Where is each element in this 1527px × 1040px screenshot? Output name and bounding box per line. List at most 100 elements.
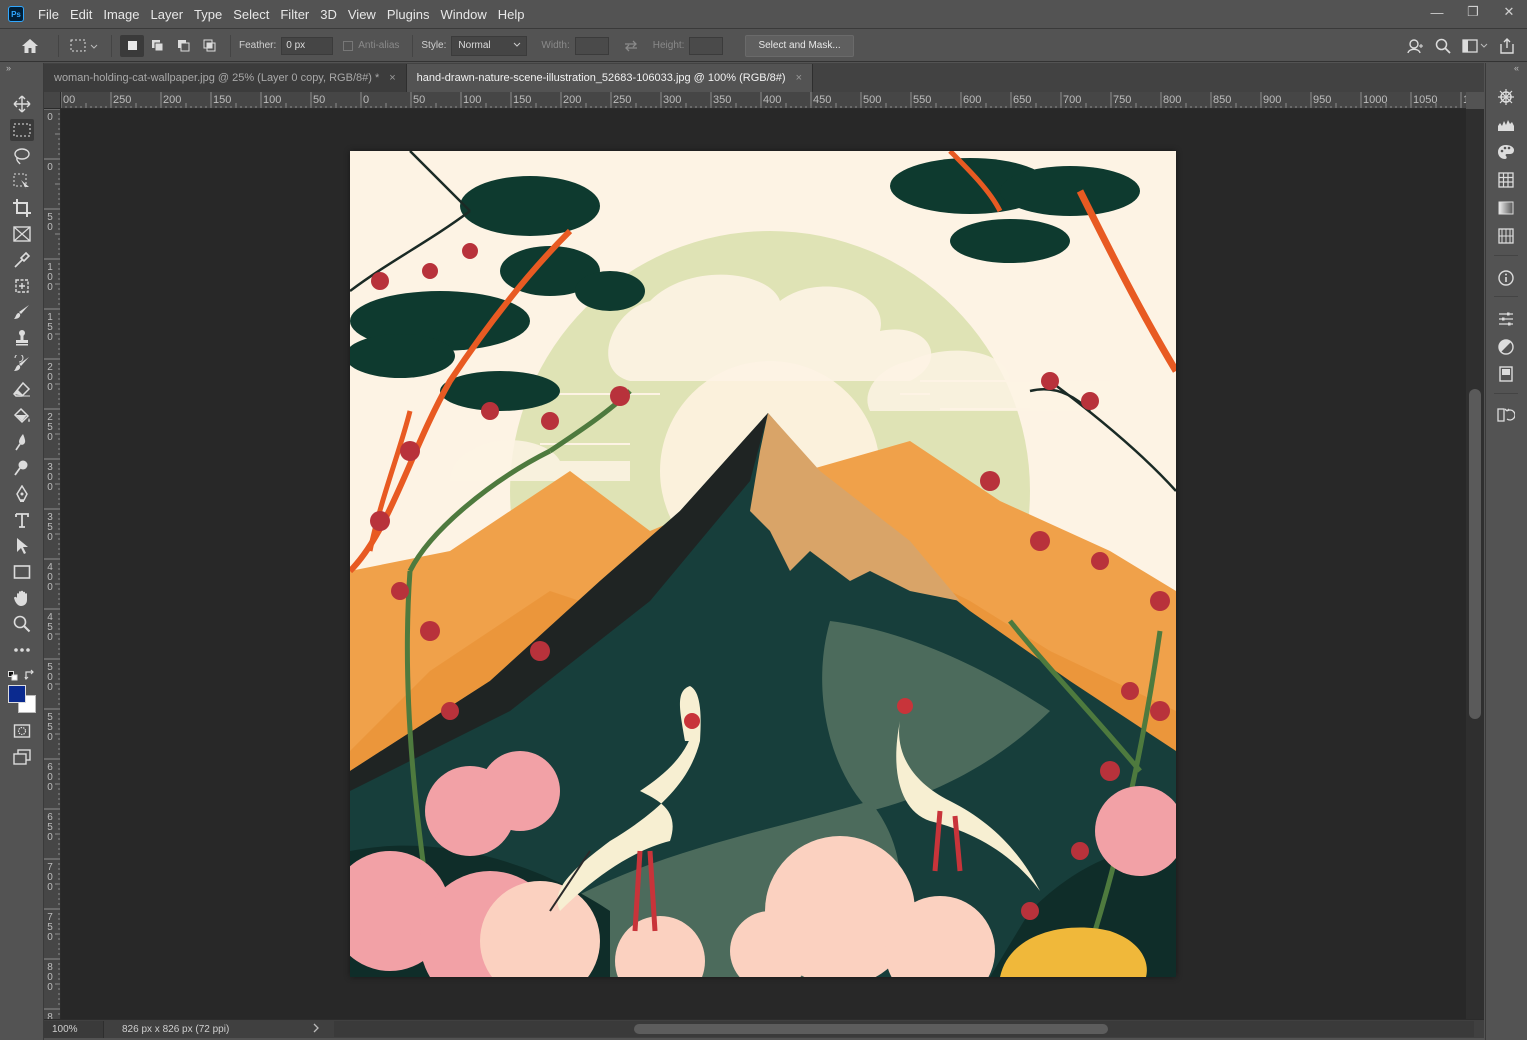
horizontal-scrollbar[interactable] (334, 1021, 1474, 1037)
rectangle-tool-icon[interactable] (10, 561, 34, 583)
marquee-preset-icon[interactable] (67, 39, 103, 53)
menu-help[interactable]: Help (494, 0, 532, 29)
document-info[interactable]: 826 px x 826 px (72 ppi) (104, 1024, 314, 1035)
navigator-icon[interactable] (1495, 86, 1517, 108)
menu-layer[interactable]: Layer (147, 0, 191, 29)
frame-tool-icon[interactable] (10, 223, 34, 245)
document-canvas[interactable] (350, 151, 1176, 977)
vertical-scrollbar[interactable] (1466, 109, 1484, 1019)
home-icon[interactable] (10, 38, 50, 54)
share-export-icon[interactable] (1493, 37, 1521, 54)
ruler-label: 450 (47, 612, 53, 643)
paint-bucket-tool-icon[interactable] (10, 405, 34, 427)
history-icon[interactable] (1495, 404, 1517, 426)
menu-select[interactable]: Select (229, 0, 276, 29)
menu-file[interactable]: File (34, 0, 66, 29)
height-input[interactable] (689, 36, 724, 55)
menu-3d[interactable]: 3D (316, 0, 344, 29)
canvas-workspace[interactable] (61, 109, 1466, 1019)
histogram-icon[interactable] (1495, 114, 1517, 136)
width-input[interactable] (574, 36, 609, 55)
ruler-origin[interactable] (44, 92, 61, 109)
menu-window[interactable]: Window (436, 0, 493, 29)
default-colors-icon[interactable] (8, 668, 18, 681)
pen-tool-icon[interactable] (10, 483, 34, 505)
minimize-button[interactable]: — (1419, 0, 1455, 24)
rectangular-marquee-tool-icon[interactable] (10, 119, 34, 141)
brush-tool-icon[interactable] (10, 301, 34, 323)
window-controls: — ❐ ✕ (1419, 0, 1527, 24)
swap-colors-icon[interactable] (24, 668, 36, 681)
dodge-tool-icon[interactable] (10, 457, 34, 479)
zoom-tool-icon[interactable] (10, 613, 34, 635)
info-icon[interactable] (1495, 267, 1517, 289)
ruler-label: 50 (413, 94, 426, 106)
blur-tool-icon[interactable] (10, 431, 34, 453)
collapse-toolbar-icon[interactable]: » (6, 63, 11, 73)
style-value: Normal (458, 39, 491, 51)
separator (230, 34, 231, 57)
new-selection-icon[interactable] (120, 34, 144, 57)
move-tool-icon[interactable] (10, 93, 34, 115)
ruler-label: 1000 (1363, 94, 1388, 106)
patterns-icon[interactable] (1495, 225, 1517, 247)
feather-input[interactable]: 0 px (281, 36, 334, 55)
zoom-level-field[interactable]: 100% (44, 1020, 104, 1038)
object-selection-tool-icon[interactable] (10, 171, 34, 193)
scroll-thumb[interactable] (634, 1024, 1108, 1034)
scroll-thumb[interactable] (1469, 389, 1481, 719)
hand-tool-icon[interactable] (10, 587, 34, 609)
eraser-tool-icon[interactable] (10, 379, 34, 401)
gradient-icon[interactable] (1495, 197, 1517, 219)
chevron-right-icon[interactable] (312, 1023, 320, 1036)
color-palette-icon[interactable] (1495, 141, 1517, 163)
antialias-checkbox[interactable] (343, 40, 354, 51)
search-icon[interactable] (1429, 38, 1457, 54)
right-panel-dock: « (1485, 63, 1527, 1040)
ruler-label: 400 (763, 94, 782, 106)
menu-filter[interactable]: Filter (276, 0, 316, 29)
menu-view[interactable]: View (344, 0, 383, 29)
path-selection-tool-icon[interactable] (10, 535, 34, 557)
ruler-label: 350 (713, 94, 732, 106)
foreground-color-swatch[interactable] (8, 685, 26, 703)
intersect-selection-icon[interactable] (196, 39, 222, 52)
type-tool-icon[interactable] (10, 509, 34, 531)
history-brush-tool-icon[interactable] (10, 353, 34, 375)
close-tab-icon[interactable]: × (796, 72, 802, 84)
workspace-switcher-icon[interactable] (1457, 38, 1493, 53)
clone-stamp-tool-icon[interactable] (10, 327, 34, 349)
ruler-label: 150 (213, 94, 232, 106)
swatches-grid-icon[interactable] (1495, 169, 1517, 191)
ruler-label: 750 (47, 912, 53, 943)
menu-type[interactable]: Type (190, 0, 229, 29)
menu-plugins[interactable]: Plugins (383, 0, 437, 29)
close-tab-icon[interactable]: × (389, 72, 395, 84)
properties-sliders-icon[interactable] (1495, 308, 1517, 330)
lasso-tool-icon[interactable] (10, 145, 34, 167)
quick-mask-icon[interactable] (10, 720, 34, 742)
ruler-label: 800 (47, 962, 53, 993)
menu-edit[interactable]: Edit (66, 0, 99, 29)
style-select[interactable]: Normal (451, 35, 528, 56)
more-tools-icon[interactable] (10, 639, 34, 661)
close-window-button[interactable]: ✕ (1491, 0, 1527, 24)
horizontal-ruler[interactable]: 00 250 200 150 100 50 0 50 100 150 200 250 300 350 400… (61, 92, 1466, 109)
collapse-panels-icon[interactable]: « (1514, 63, 1519, 73)
swap-width-height-icon[interactable] (609, 40, 653, 52)
vertical-ruler[interactable]: 0 0 50 100 150 200 250 300 350 400 450 500 550 600 650… (44, 109, 61, 1019)
adjustments-icon[interactable] (1495, 336, 1517, 358)
spot-healing-brush-tool-icon[interactable] (10, 275, 34, 297)
tab-nature-scene[interactable]: hand-drawn-nature-scene-illustration_526… (406, 64, 813, 92)
crop-tool-icon[interactable] (10, 197, 34, 219)
select-and-mask-button[interactable]: Select and Mask... (745, 34, 854, 57)
subtract-from-selection-icon[interactable] (170, 39, 196, 52)
eyedropper-tool-icon[interactable] (10, 249, 34, 271)
tab-woman-holding-cat[interactable]: woman-holding-cat-wallpaper.jpg @ 25% (L… (44, 64, 407, 92)
screen-mode-icon[interactable] (10, 746, 34, 768)
libraries-icon[interactable] (1495, 363, 1517, 385)
restore-button[interactable]: ❐ (1455, 0, 1491, 24)
add-to-selection-icon[interactable] (144, 39, 170, 52)
share-user-icon[interactable] (1401, 38, 1429, 54)
menu-image[interactable]: Image (99, 0, 146, 29)
